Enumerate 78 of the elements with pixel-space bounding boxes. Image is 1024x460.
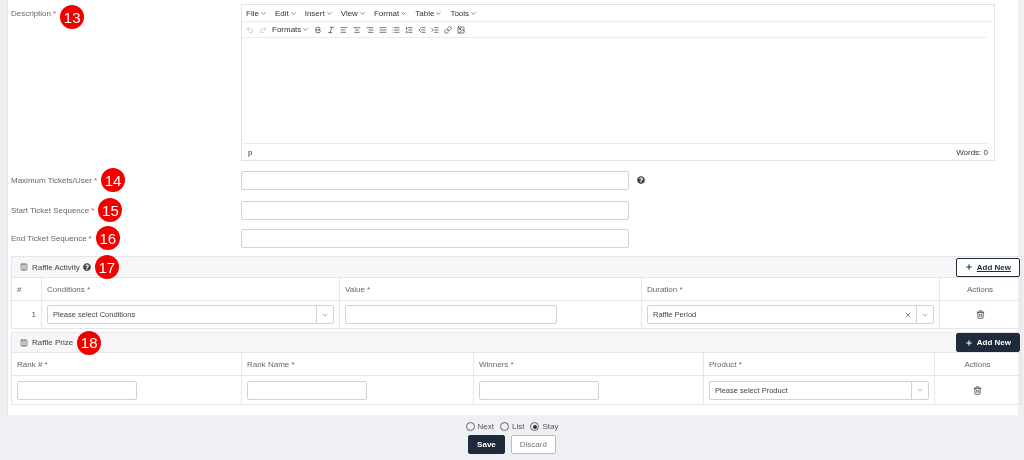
column-header: Actions: [935, 353, 1021, 376]
element-path: p: [248, 147, 253, 157]
columns-icon: [20, 338, 28, 347]
caret-icon: [358, 9, 366, 17]
column-header: Product *: [704, 353, 935, 376]
column-header: Duration *: [642, 278, 940, 301]
plus-icon: [964, 263, 973, 271]
rich-text-editor[interactable]: File Edit Insert View Format Table Tools Formats p Words: 0: [241, 4, 995, 161]
justify-icon[interactable]: [379, 25, 388, 34]
row-number: 1: [12, 301, 42, 328]
image-icon[interactable]: [457, 25, 466, 34]
formats-dropdown[interactable]: Formats: [272, 25, 310, 34]
rank-name-input[interactable]: [247, 380, 367, 400]
align-center-icon[interactable]: [353, 25, 362, 34]
text-input[interactable]: [241, 228, 629, 248]
link-icon[interactable]: [444, 25, 453, 34]
delete-icon[interactable]: [975, 310, 985, 319]
text-input[interactable]: [241, 170, 629, 190]
column-header: Rank # *: [12, 353, 242, 376]
caret-icon: [289, 9, 297, 17]
outdent-icon[interactable]: [418, 25, 427, 34]
radio-option[interactable]: List: [500, 422, 525, 431]
radio-option[interactable]: Stay: [530, 422, 559, 431]
add-new-button[interactable]: Add New: [955, 257, 1020, 277]
number-badge: 18: [77, 330, 102, 355]
value-input[interactable]: [345, 305, 557, 324]
field-label: Maximum Tickets/User *: [11, 175, 98, 185]
bullet-list-icon[interactable]: [392, 25, 401, 34]
field-label: Description *: [11, 9, 57, 18]
help-icon[interactable]: [82, 263, 91, 271]
caret-icon: [470, 9, 478, 17]
plus-icon: [964, 338, 973, 347]
column-header: Rank Name *: [242, 353, 474, 376]
clear-icon[interactable]: [904, 310, 912, 319]
section-title: Raffle Activity: [32, 262, 80, 272]
align-left-icon[interactable]: [340, 25, 349, 34]
numbered-list-icon[interactable]: [405, 25, 414, 34]
column-header: Winners *: [474, 353, 704, 376]
column-header: Actions: [940, 278, 1021, 301]
radio-option[interactable]: Next: [465, 422, 494, 431]
caret-icon: [325, 9, 333, 17]
save-button[interactable]: Save: [468, 435, 505, 454]
bold-icon[interactable]: [314, 25, 323, 34]
add-new-button[interactable]: Add New: [955, 333, 1020, 352]
delete-icon[interactable]: [973, 385, 982, 395]
number-badge: 13: [60, 5, 85, 29]
editor-menu-item[interactable]: Tools: [450, 8, 478, 18]
number-badge: 17: [94, 255, 119, 279]
caret-icon: [916, 386, 924, 394]
editor-menu-item[interactable]: View: [340, 8, 366, 18]
align-right-icon[interactable]: [366, 25, 375, 34]
column-header: #: [12, 278, 42, 301]
indent-icon[interactable]: [431, 25, 440, 34]
caret-icon: [400, 9, 408, 17]
winners-input[interactable]: [479, 380, 599, 400]
number-badge: 16: [95, 226, 120, 250]
number-badge: 15: [98, 198, 123, 222]
column-header: Conditions *: [42, 278, 340, 301]
caret-icon: [302, 26, 310, 33]
column-header: Value *: [340, 278, 642, 301]
caret-icon: [435, 9, 443, 17]
rank-input[interactable]: [17, 380, 137, 400]
section-title: Raffle Prize: [32, 338, 74, 347]
editor-menu-item[interactable]: Insert: [304, 8, 333, 18]
discard-button[interactable]: Discard: [510, 435, 556, 454]
help-icon[interactable]: [637, 176, 645, 184]
editor-menu-item[interactable]: Table: [415, 8, 443, 18]
word-count: Words: 0: [956, 147, 988, 157]
number-badge: 14: [101, 168, 126, 192]
italic-icon[interactable]: [327, 25, 336, 34]
editor-menu-item[interactable]: Edit: [274, 8, 297, 18]
text-input[interactable]: [241, 200, 629, 220]
editor-menu-item[interactable]: Format: [373, 8, 408, 18]
field-label: End Ticket Sequence *: [11, 233, 92, 243]
caret-icon: [259, 9, 267, 17]
field-label: Start Ticket Sequence *: [11, 205, 95, 215]
editor-menu-item[interactable]: File: [246, 8, 267, 18]
columns-icon: [20, 263, 28, 271]
